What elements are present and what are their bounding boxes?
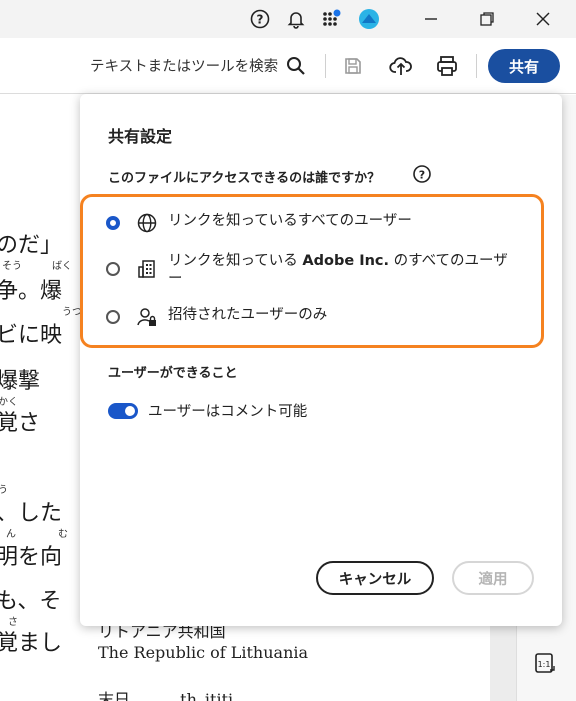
radio-unselected[interactable] (106, 310, 120, 324)
access-option-organization[interactable]: リンクを知っている Adobe Inc. のすべてのユーザー (106, 252, 536, 288)
actual-size-icon[interactable]: 1:1 (533, 651, 557, 675)
svg-text:1:1: 1:1 (538, 660, 551, 669)
svg-text:?: ? (419, 169, 425, 182)
ruby-text: そう (2, 261, 22, 272)
option-label: 招待されたユーザーのみ (168, 307, 328, 323)
access-option-invited[interactable]: 招待されたユーザーのみ (106, 306, 536, 328)
restore-icon[interactable] (460, 0, 514, 38)
option-label: リンクを知っているすべてのユーザー (168, 213, 412, 229)
avatar[interactable] (355, 5, 383, 33)
building-icon (136, 258, 158, 280)
document-text: ビに映 (0, 323, 63, 348)
organization-name: Adobe Inc. (302, 253, 390, 269)
title-bar: ? (0, 0, 576, 38)
toolbar: 共有 (0, 38, 576, 94)
radio-unselected[interactable] (106, 262, 120, 276)
document-text: 、した (0, 501, 63, 526)
document-text: 覚まし (0, 631, 63, 656)
globe-icon (136, 212, 158, 234)
bell-icon[interactable] (282, 5, 310, 33)
close-icon[interactable] (516, 0, 570, 38)
access-question: このファイルにアクセスできるのは誰ですか？ (108, 171, 381, 186)
user-lock-icon (136, 306, 158, 328)
ruby-text: む (58, 529, 68, 540)
option-label: リンクを知っている Adobe Inc. のすべてのユーザー (168, 252, 508, 288)
save-icon[interactable] (339, 52, 367, 80)
toolbar-divider (325, 54, 326, 78)
document-text: 末日 _____ th_ititi (98, 690, 234, 701)
document-text: 争。爆 (0, 279, 63, 304)
minimize-icon[interactable] (404, 0, 458, 38)
print-icon[interactable] (433, 52, 461, 80)
apps-grid-icon[interactable] (318, 5, 346, 33)
radio-selected[interactable] (106, 216, 120, 230)
search-input[interactable] (90, 55, 278, 79)
permissions-title: ユーザーができること (108, 366, 238, 381)
document-text: 覚さ (0, 411, 41, 436)
option-label-text: リンクを知っている (168, 253, 303, 269)
document-text: も、そ (0, 589, 62, 614)
search-icon[interactable] (282, 52, 310, 80)
document-text: 明を向 (0, 545, 63, 570)
toolbar-divider (476, 54, 477, 78)
share-button[interactable]: 共有 (488, 49, 560, 83)
access-option-anyone[interactable]: リンクを知っているすべてのユーザー (106, 212, 536, 234)
dialog-title: 共有設定 (108, 127, 173, 146)
cloud-upload-icon[interactable] (387, 52, 415, 80)
help-icon[interactable]: ? (246, 5, 274, 33)
toggle-label: ユーザーはコメント可能 (148, 404, 308, 420)
comment-toggle[interactable] (108, 403, 138, 419)
apply-button[interactable]: 適用 (452, 561, 534, 595)
document-page: のだ」 そう ばく 争。爆 うつ ビに映 爆撃 かく 覚さ う 、した ん む … (0, 95, 92, 701)
svg-text:?: ? (257, 13, 264, 27)
help-icon[interactable]: ? (412, 164, 432, 184)
ruby-text: う (0, 485, 8, 496)
cancel-button[interactable]: キャンセル (316, 561, 434, 595)
document-text: The Republic of Lithuania (98, 643, 309, 662)
ruby-text: ん (6, 529, 16, 540)
document-text: 爆撃 (0, 369, 41, 394)
ruby-text: ばく (52, 261, 72, 272)
ruby-text: うつ (62, 307, 82, 318)
share-settings-dialog: 共有設定 このファイルにアクセスできるのは誰ですか？ ? リンクを知っているすべ… (80, 94, 562, 626)
document-text: のだ」 (0, 233, 63, 258)
